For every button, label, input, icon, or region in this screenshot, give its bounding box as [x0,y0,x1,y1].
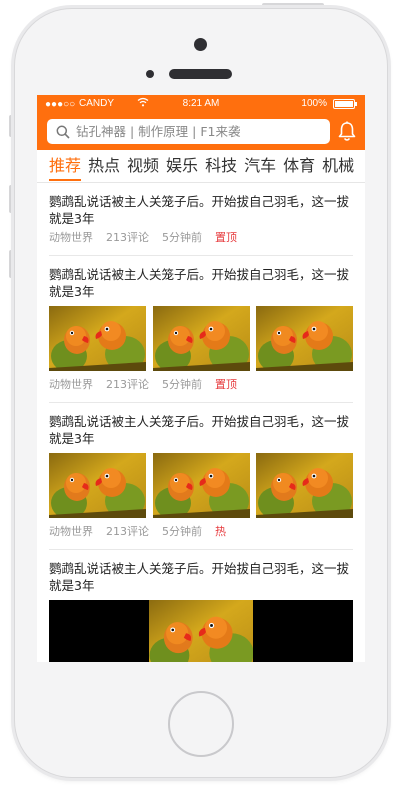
tab-sports[interactable]: 体育 [283,150,315,182]
news-title: 鹦鹉乱说话被主人关笼子后。开始拔自己羽毛，这一拔就是3年 [49,561,350,593]
notification-bell-icon[interactable] [338,121,356,142]
tab-auto[interactable]: 汽车 [244,150,276,182]
news-thumbnail[interactable] [49,453,146,518]
news-source: 动物世界 [49,231,93,244]
news-item[interactable]: 鹦鹉乱说话被主人关笼子后。开始拔自己羽毛，这一拔就是3年 动物世界 213评论 … [49,403,353,550]
pinned-badge: 置顶 [215,231,237,244]
tab-technology[interactable]: 科技 [205,150,237,182]
news-feed: 鹦鹉乱说话被主人关笼子后。开始拔自己羽毛，这一拔就是3年 动物世界 213评论 … [37,183,365,662]
tab-video[interactable]: 视频 [127,150,159,182]
proximity-sensor [146,70,154,78]
news-title: 鹦鹉乱说话被主人关笼子后。开始拔自己羽毛，这一拔就是3年 [49,267,350,299]
news-item[interactable]: 鹦鹉乱说话被主人关笼子后。开始拔自己羽毛，这一拔就是3年 [49,550,353,662]
news-thumbnail[interactable] [153,306,250,371]
comment-count: 213评论 [106,231,149,244]
tab-hot[interactable]: 热点 [88,150,120,182]
news-meta: 动物世界 213评论 5分钟前 置顶 [49,374,353,396]
pinned-badge: 置顶 [215,378,237,391]
publish-time: 5分钟前 [162,231,202,244]
comment-count: 213评论 [106,378,149,391]
earpiece-speaker [169,69,232,79]
news-item[interactable]: 鹦鹉乱说话被主人关笼子后。开始拔自己羽毛，这一拔就是3年 动物世界 213评论 … [49,256,353,403]
search-bar[interactable] [47,119,330,144]
news-title: 鹦鹉乱说话被主人关笼子后。开始拔自己羽毛，这一拔就是3年 [49,414,350,446]
app-header [37,113,365,150]
video-player[interactable] [49,600,353,662]
news-meta: 动物世界 213评论 5分钟前 置顶 [49,227,353,249]
hot-badge: 热 [215,525,226,538]
search-icon [56,125,70,139]
news-item[interactable]: 鹦鹉乱说话被主人关笼子后。开始拔自己羽毛，这一拔就是3年 动物世界 213评论 … [49,183,353,256]
thumbnail-row [49,306,353,371]
publish-time: 5分钟前 [162,378,202,391]
thumbnail-row [49,453,353,518]
news-thumbnail[interactable] [256,306,353,371]
news-meta: 动物世界 213评论 5分钟前 热 [49,521,353,543]
tab-entertainment[interactable]: 娱乐 [166,150,198,182]
search-input[interactable] [76,124,316,139]
news-title: 鹦鹉乱说话被主人关笼子后。开始拔自己羽毛，这一拔就是3年 [49,194,350,226]
category-tabs: 推荐 热点 视频 娱乐 科技 汽车 体育 机械 [37,150,365,183]
battery-icon [333,99,357,109]
video-frame [149,600,253,662]
news-source: 动物世界 [49,525,93,538]
tab-recommend[interactable]: 推荐 [49,150,82,182]
comment-count: 213评论 [106,525,149,538]
status-bar: ●●●○○ CANDY 8:21 AM 100% [37,95,365,113]
news-source: 动物世界 [49,378,93,391]
news-thumbnail[interactable] [153,453,250,518]
home-button[interactable] [168,691,234,757]
front-camera [194,38,207,51]
news-thumbnail[interactable] [49,306,146,371]
publish-time: 5分钟前 [162,525,202,538]
news-thumbnail[interactable] [256,453,353,518]
app-screen: ●●●○○ CANDY 8:21 AM 100% 推荐 热点 视频 娱乐 科技 … [37,95,365,662]
tab-machinery[interactable]: 机械 [322,150,354,182]
battery-percentage: 100% [301,98,327,109]
